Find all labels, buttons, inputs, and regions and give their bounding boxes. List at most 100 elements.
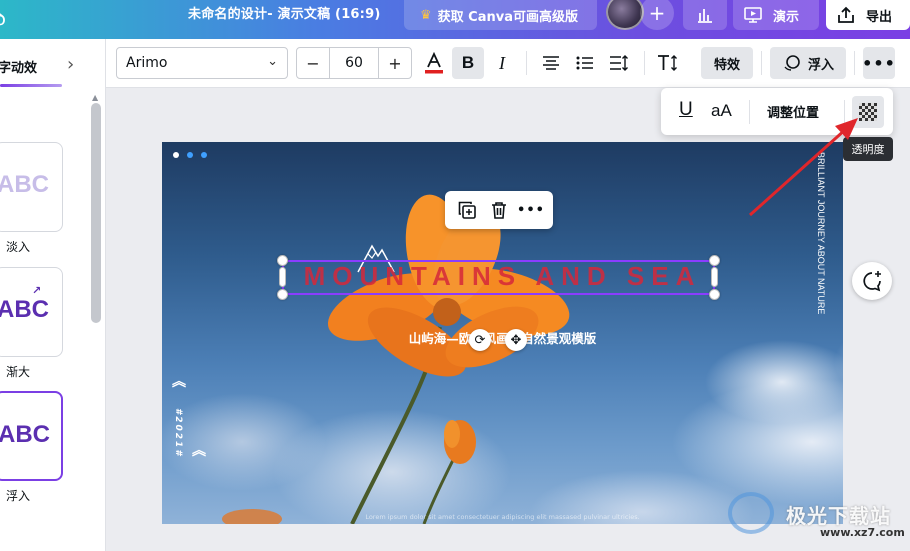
resize-handle-bl[interactable]: [277, 289, 288, 300]
dot-white: [173, 152, 179, 158]
element-context-menu: •••: [445, 191, 553, 229]
resize-handle-br[interactable]: [709, 289, 720, 300]
slide-subtitle[interactable]: 山屿海—欧美风画册自然景观模版: [162, 328, 843, 347]
dot-blue: [201, 152, 207, 158]
panel-header: 字动效 ›: [0, 53, 100, 81]
popup-divider: [844, 100, 845, 124]
effect-label-float-in: 浮入: [6, 489, 31, 503]
effect-label-fade-in: 淡入: [6, 240, 31, 254]
align-center-icon: [543, 56, 559, 70]
animation-icon: [784, 55, 800, 71]
effect-card-float-in[interactable]: ABC: [0, 391, 63, 481]
text-color-button[interactable]: [420, 47, 448, 79]
move-handle[interactable]: ✥: [505, 329, 527, 351]
plus-icon: +: [648, 1, 666, 25]
scroll-up-icon[interactable]: ▲: [92, 93, 98, 102]
panel-header-label[interactable]: 字动效: [0, 57, 37, 76]
spacing-button[interactable]: [604, 47, 634, 79]
rotate-icon: ⟳: [474, 332, 486, 348]
font-size-stepper[interactable]: − 60 +: [296, 47, 412, 79]
effect-card-grow[interactable]: ↗ ABC: [0, 267, 63, 357]
context-more-button[interactable]: •••: [517, 197, 544, 223]
comment-plus-icon: [863, 271, 881, 292]
resize-handle-tr[interactable]: [709, 255, 720, 266]
animation-panel: 字动效 › ABC 淡入 ↗ ABC 渐大 ABC 浮入 ▲: [0, 39, 106, 551]
text-resize-icon: [658, 55, 677, 71]
bold-button[interactable]: B: [452, 47, 484, 79]
chevron-up-icon: ︽: [172, 374, 186, 390]
list-button[interactable]: [570, 47, 600, 79]
watermark-logo: [728, 492, 774, 534]
panel-scrollbar[interactable]: ▲: [89, 91, 103, 551]
text-orientation-button[interactable]: [652, 47, 684, 79]
export-button[interactable]: 导出: [826, 0, 910, 30]
scrollbar-thumb[interactable]: [91, 103, 101, 323]
insights-button[interactable]: [683, 0, 727, 30]
slide-indicator: [173, 152, 207, 158]
position-button[interactable]: 调整位置: [767, 102, 819, 121]
export-label: 导出: [866, 9, 893, 25]
home-logo[interactable]: ꝺ: [0, 4, 6, 31]
text-toolbar: Arimo ⌄ − 60 + B I 特效 浮入 •••: [106, 39, 910, 88]
tab-underline: [0, 84, 62, 87]
text-color-icon: [425, 52, 443, 74]
chevron-up-icon: ︽: [192, 443, 206, 459]
effect-label-grow: 渐大: [6, 365, 31, 379]
watermark: 极光下载站 www.xz7.com: [724, 492, 910, 551]
font-name: Arimo: [126, 55, 168, 71]
font-select[interactable]: Arimo ⌄: [116, 47, 288, 79]
present-icon: [744, 7, 762, 23]
effect-preview: ABC: [0, 171, 49, 198]
bar-chart-icon: [698, 9, 712, 23]
effect-preview: ABC: [0, 296, 49, 323]
upgrade-button[interactable]: ♛ 获取 Canva可画高级版: [404, 0, 597, 30]
animate-label: 浮入: [807, 57, 834, 73]
watermark-text: 极光下载站: [786, 504, 891, 528]
decrease-size-button[interactable]: −: [297, 48, 329, 78]
effect-card-fade-in[interactable]: ABC: [0, 142, 63, 232]
toolbar-divider: [854, 51, 855, 75]
bullet-list-icon: [576, 56, 593, 70]
year-label[interactable]: #2021#: [173, 408, 183, 458]
add-collaborator-button[interactable]: +: [640, 0, 674, 30]
toolbar-divider: [761, 51, 762, 75]
chevron-down-icon: ⌄: [267, 54, 278, 69]
resize-handle-right[interactable]: [711, 267, 718, 287]
watermark-url: www.xz7.com: [820, 526, 905, 539]
dot-blue: [187, 152, 193, 158]
add-comment-button[interactable]: [852, 262, 892, 300]
popup-divider: [749, 100, 750, 124]
document-title[interactable]: 未命名的设计- 演示文稿 (16:9): [188, 3, 380, 22]
delete-button[interactable]: [486, 197, 512, 223]
more-options-button[interactable]: •••: [862, 47, 895, 79]
italic-button[interactable]: I: [486, 47, 518, 79]
present-button[interactable]: 演示: [733, 0, 819, 30]
align-center-button[interactable]: [536, 47, 566, 79]
selection-box[interactable]: [282, 260, 715, 295]
transparency-button[interactable]: [852, 96, 884, 128]
toolbar-divider: [644, 51, 645, 75]
effects-button[interactable]: 特效: [701, 47, 753, 79]
more-options-popup: U aA 调整位置: [661, 88, 893, 135]
checkerboard-icon: [859, 103, 877, 121]
top-bar: ꝺ 未命名的设计- 演示文稿 (16:9) ♛ 获取 Canva可画高级版 + …: [0, 0, 910, 39]
transparency-tooltip: 透明度: [843, 137, 893, 161]
letter-case-button[interactable]: aA: [711, 101, 732, 121]
duplicate-icon: [458, 201, 476, 219]
increase-size-button[interactable]: +: [379, 48, 411, 78]
animate-button[interactable]: 浮入: [770, 47, 846, 79]
move-icon: ✥: [510, 332, 522, 348]
crown-icon: ♛: [420, 7, 432, 23]
underline-button[interactable]: U: [679, 99, 693, 121]
duplicate-button[interactable]: [454, 197, 480, 223]
font-size-input[interactable]: 60: [329, 48, 379, 78]
avatar[interactable]: [606, 0, 644, 30]
upload-icon: [838, 6, 854, 23]
rotate-handle[interactable]: ⟳: [469, 329, 491, 351]
resize-handle-tl[interactable]: [277, 255, 288, 266]
chevron-right-icon[interactable]: ›: [67, 54, 74, 75]
resize-handle-left[interactable]: [279, 267, 286, 287]
line-spacing-icon: [610, 55, 628, 71]
upgrade-label: 获取 Canva可画高级版: [437, 9, 578, 25]
trash-icon: [492, 202, 506, 219]
